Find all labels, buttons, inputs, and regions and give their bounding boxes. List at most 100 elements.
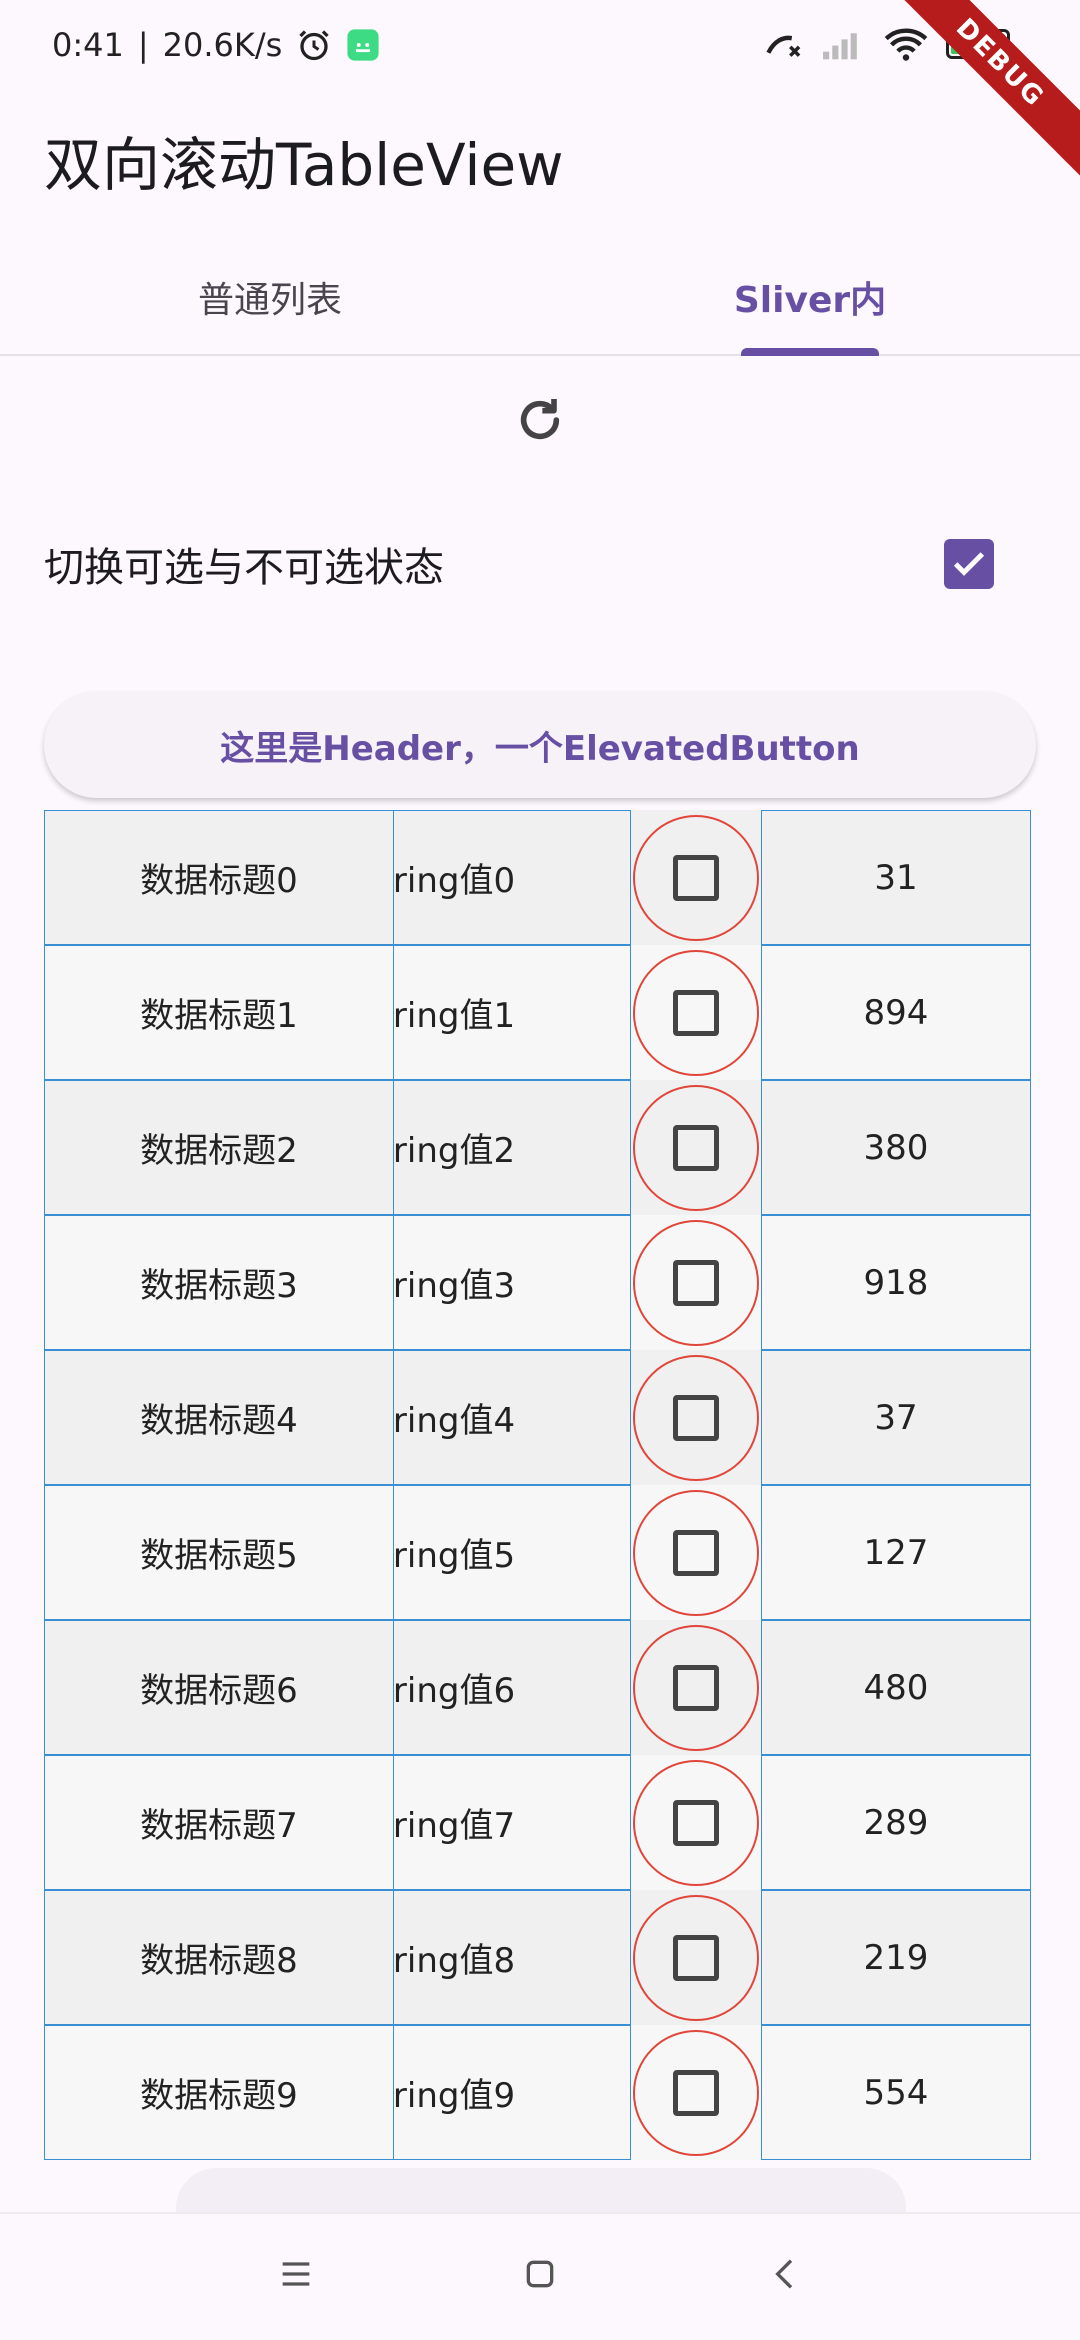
row-checkbox[interactable] <box>673 1934 719 1981</box>
row-value: String值9 <box>393 2076 516 2116</box>
row-checkbox-ripple[interactable] <box>633 949 759 1076</box>
wifi-icon <box>884 28 928 61</box>
row-number: 894 <box>863 992 929 1033</box>
title-cell: 数据标题5 <box>44 1485 394 1620</box>
table-row: 数据标题3 String值3 918 <box>44 1215 1036 1350</box>
checkbox-cell <box>631 1755 761 1890</box>
row-checkbox[interactable] <box>673 1529 719 1576</box>
checkbox-cell <box>631 945 761 1080</box>
system-nav-bar <box>0 2212 1080 2340</box>
number-cell: 31 <box>761 810 1031 945</box>
header-button-label: 这里是Header，一个ElevatedButton <box>220 728 860 769</box>
header-elevated-button[interactable]: 这里是Header，一个ElevatedButton <box>44 692 1036 798</box>
tab-sliver[interactable]: Sliver内 <box>540 240 1080 356</box>
row-title: 数据标题7 <box>140 1806 298 1846</box>
call-muted-icon <box>766 35 801 57</box>
row-checkbox[interactable] <box>673 2069 719 2116</box>
status-speed: 20.6K/s <box>162 26 283 64</box>
value-cell: String值0 <box>393 810 631 945</box>
row-number: 480 <box>863 1667 929 1708</box>
row-value: String值6 <box>393 1671 516 1711</box>
tab-label: Sliver内 <box>733 280 887 321</box>
status-left: 0:41 | 20.6K/s <box>52 26 380 64</box>
row-title: 数据标题8 <box>140 1941 298 1981</box>
table-row: 数据标题6 String值6 480 <box>44 1620 1036 1755</box>
title-cell: 数据标题1 <box>44 945 394 1080</box>
tab-normal-list[interactable]: 普通列表 <box>0 240 540 354</box>
title-cell: 数据标题2 <box>44 1080 394 1215</box>
row-number: 31 <box>874 857 918 898</box>
row-checkbox[interactable] <box>673 1394 719 1441</box>
number-cell: 289 <box>761 1755 1031 1890</box>
android-app-icon <box>347 29 379 61</box>
row-checkbox[interactable] <box>673 1124 719 1171</box>
value-cell: String值2 <box>393 1080 631 1215</box>
table-row: 数据标题0 String值0 31 <box>44 810 1036 945</box>
row-checkbox[interactable] <box>673 1664 719 1711</box>
row-checkbox-ripple[interactable] <box>633 1894 759 2021</box>
table-row: 数据标题2 String值2 380 <box>44 1080 1036 1215</box>
row-number: 554 <box>863 2072 929 2113</box>
toggle-label: 切换可选与不可选状态 <box>44 545 444 591</box>
check-icon <box>953 552 985 576</box>
row-value: String值2 <box>393 1131 516 1171</box>
checkbox-cell <box>631 2025 761 2160</box>
table-row: 数据标题8 String值8 219 <box>44 1890 1036 2025</box>
row-checkbox[interactable] <box>673 854 719 901</box>
row-value: String值8 <box>393 1941 516 1981</box>
refresh-icon[interactable] <box>512 392 568 448</box>
row-checkbox[interactable] <box>673 1259 719 1306</box>
table-row: 数据标题5 String值5 127 <box>44 1485 1036 1620</box>
row-checkbox-ripple[interactable] <box>633 1354 759 1481</box>
row-checkbox-ripple[interactable] <box>633 1489 759 1616</box>
row-title: 数据标题2 <box>140 1131 298 1171</box>
row-checkbox[interactable] <box>673 1799 719 1846</box>
row-value: String值1 <box>393 996 516 1036</box>
row-title: 数据标题5 <box>140 1536 298 1576</box>
status-divider: | <box>137 26 149 64</box>
row-checkbox-ripple[interactable] <box>633 1759 759 1886</box>
value-cell: String值1 <box>393 945 631 1080</box>
table-row: 数据标题9 String值9 554 <box>44 2025 1036 2160</box>
checkbox-cell <box>631 1215 761 1350</box>
row-title: 数据标题3 <box>140 1266 298 1306</box>
row-title: 数据标题0 <box>140 861 298 901</box>
checkbox-cell <box>631 1350 761 1485</box>
status-time: 0:41 <box>52 26 124 64</box>
selectable-checkbox[interactable] <box>944 539 994 589</box>
value-cell: String值7 <box>393 1755 631 1890</box>
number-cell: 380 <box>761 1080 1031 1215</box>
number-cell: 219 <box>761 1890 1031 2025</box>
row-checkbox-ripple[interactable] <box>633 814 759 941</box>
row-checkbox-ripple[interactable] <box>633 1219 759 1346</box>
table-row: 数据标题1 String值1 894 <box>44 945 1036 1080</box>
title-cell: 数据标题7 <box>44 1755 394 1890</box>
back-icon[interactable] <box>766 2254 806 2294</box>
checkbox-cell <box>631 1485 761 1620</box>
row-checkbox[interactable] <box>673 989 719 1036</box>
value-cell: String值4 <box>393 1350 631 1485</box>
row-value: String值3 <box>393 1266 516 1306</box>
checkbox-cell <box>631 1620 761 1755</box>
title-cell: 数据标题8 <box>44 1890 394 2025</box>
row-number: 37 <box>874 1397 918 1438</box>
row-title: 数据标题1 <box>140 996 298 1036</box>
row-checkbox-ripple[interactable] <box>633 1624 759 1751</box>
row-checkbox-ripple[interactable] <box>633 2029 759 2156</box>
data-table: 数据标题0 String值0 31 数据标题1 String值1 894 数据标题2 Stri… <box>44 810 1036 2160</box>
tab-bar: 普通列表 Sliver内 <box>0 240 1080 356</box>
home-icon[interactable] <box>520 2254 560 2294</box>
number-cell: 37 <box>761 1350 1031 1485</box>
checkbox-cell <box>631 1080 761 1215</box>
row-value: String值7 <box>393 1806 516 1846</box>
value-cell: String值5 <box>393 1485 631 1620</box>
number-cell: 894 <box>761 945 1031 1080</box>
row-value: String值4 <box>393 1401 516 1441</box>
checkbox-cell <box>631 810 761 945</box>
selectable-toggle-row[interactable]: 切换可选与不可选状态 <box>44 526 994 602</box>
title-cell: 数据标题0 <box>44 810 394 945</box>
row-number: 127 <box>863 1532 929 1573</box>
row-checkbox-ripple[interactable] <box>633 1084 759 1211</box>
menu-icon[interactable] <box>276 2254 316 2294</box>
row-title: 数据标题9 <box>140 2076 298 2116</box>
